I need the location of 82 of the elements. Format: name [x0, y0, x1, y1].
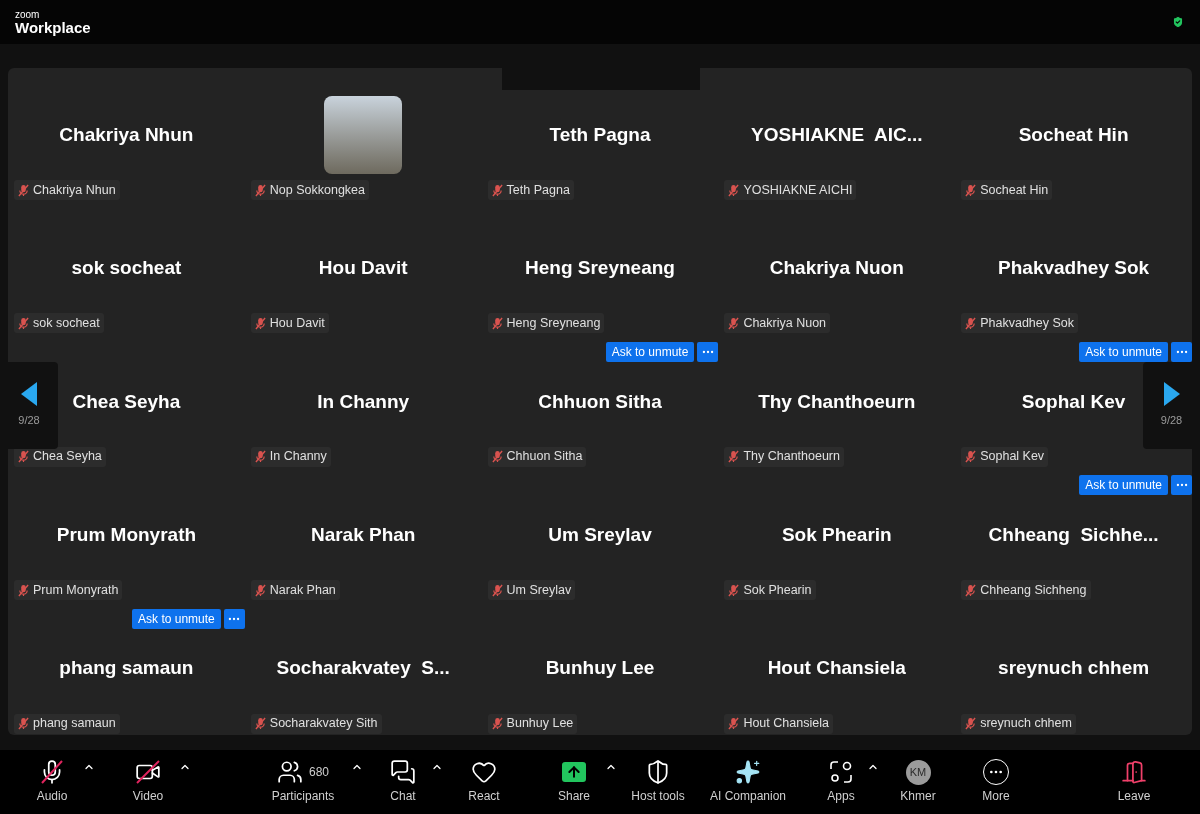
- name-tag: Heng Sreyneang: [487, 313, 605, 334]
- participant-name: Prum Monyrath: [56, 522, 197, 547]
- name-tag: Nop Sokkongkea: [250, 180, 369, 200]
- ask-to-unmute-button[interactable]: Ask to unmute: [132, 608, 221, 629]
- name-tag: Chhuon Sitha: [487, 446, 587, 467]
- more-options-button[interactable]: [697, 341, 719, 362]
- participants-icon: [276, 759, 303, 785]
- heart-icon: [471, 759, 497, 785]
- name-tag: Sok Phearin: [724, 580, 816, 601]
- name-tag: Socharakvatey Sith: [250, 713, 382, 734]
- name-tag: Hout Chansiela: [724, 713, 833, 734]
- brand-text: Workplace: [15, 19, 91, 35]
- participant-name: Chheang Sichhe...: [988, 522, 1159, 547]
- participant-name: Narak Phan: [310, 522, 416, 547]
- name-tag: Phakvadhey Sok: [961, 313, 1078, 334]
- name-tag: YOSHIAKNE AICHI: [724, 180, 857, 200]
- exit-door-icon: [1121, 759, 1147, 785]
- shield-icon: [645, 759, 671, 785]
- participant-name: phang samaun: [59, 656, 194, 681]
- toolbar-button[interactable]: More: [982, 759, 1010, 805]
- participant-name: Chhuon Sitha: [538, 389, 662, 414]
- name-tag: Sophal Kev: [961, 446, 1049, 467]
- participant-name: Phakvadhey Sok: [998, 256, 1150, 281]
- left-arrow-icon: [21, 382, 37, 407]
- toolbar-button[interactable]: 680 Participants: [271, 759, 335, 805]
- participant-name: Chakriya Nuon: [769, 256, 904, 281]
- participant-name: Bunhuy Lee: [545, 656, 655, 681]
- right-arrow-icon: [1163, 382, 1180, 407]
- toolbar-button[interactable]: Chat: [390, 759, 416, 805]
- share-icon: [562, 762, 586, 782]
- toolbar-button[interactable]: KM Khmer: [900, 759, 936, 805]
- participant-name: Um Sreylav: [548, 522, 652, 547]
- participant-name: sreynuch chhem: [998, 656, 1150, 681]
- ask-to-unmute-button[interactable]: Ask to unmute: [605, 341, 695, 362]
- participant-name: Teth Pagna: [549, 122, 651, 147]
- name-tag: Prum Monyrath: [14, 580, 123, 601]
- participant-name: Sok Phearin: [781, 522, 892, 547]
- name-tag: In Channy: [250, 446, 331, 467]
- name-tag: Um Sreylav: [487, 580, 576, 601]
- more-options-button[interactable]: [223, 608, 245, 629]
- name-tag: Teth Pagna: [487, 180, 574, 200]
- name-tag: Hou Davit: [250, 313, 329, 334]
- name-tag: Chakriya Nuon: [724, 313, 831, 334]
- ask-to-unmute-button[interactable]: Ask to unmute: [1079, 475, 1168, 496]
- toolbar-button[interactable]: Leave: [1117, 759, 1151, 805]
- toolbar-button[interactable]: React: [468, 759, 500, 805]
- name-tag: phang samaun: [14, 713, 120, 734]
- toolbar-button[interactable]: Apps: [827, 759, 855, 805]
- name-tag: sreynuch chhem: [961, 713, 1076, 734]
- participant-name: Thy Chanthoeurn: [758, 389, 916, 414]
- name-tag: Chakriya Nhun: [14, 180, 120, 200]
- shield-check-icon: [1171, 14, 1185, 30]
- participant-name: Sophal Kev: [1021, 389, 1126, 414]
- toolbar-button[interactable]: Audio: [36, 759, 68, 805]
- name-tag: Chea Seyha: [14, 446, 106, 467]
- chat-icon: [390, 759, 416, 785]
- sparkle-icon: [735, 759, 761, 785]
- participant-name: Chea Seyha: [72, 389, 181, 414]
- more-options-button[interactable]: [1171, 341, 1192, 362]
- participant-name: sok socheat: [71, 256, 182, 281]
- name-tag: Thy Chanthoeurn: [724, 446, 844, 467]
- name-tag: Chheang Sichheng: [961, 580, 1091, 601]
- participant-name: Hou Davit: [318, 256, 408, 281]
- participant-name: Hout Chansiela: [767, 656, 906, 681]
- toolbar-button[interactable]: Share: [558, 759, 590, 805]
- participant-name: Chakriya Nhun: [59, 122, 194, 147]
- ask-to-unmute-button[interactable]: Ask to unmute: [1079, 341, 1168, 362]
- participant-name: YOSHIAKNE AIC...: [751, 122, 923, 147]
- toolbar-button[interactable]: Host tools: [631, 759, 685, 805]
- name-tag: Bunhuy Lee: [487, 713, 578, 734]
- participant-name: Socharakvatey S...: [276, 656, 450, 681]
- participant-name: In Channy: [317, 389, 410, 414]
- name-tag: sok socheat: [14, 313, 104, 334]
- toolbar-button[interactable]: AI Companion: [709, 759, 786, 805]
- more-options-button[interactable]: [1171, 475, 1192, 496]
- apps-icon: [828, 759, 854, 785]
- participant-name: Heng Sreyneang: [525, 256, 675, 281]
- toolbar-button[interactable]: Video: [132, 759, 164, 805]
- name-tag: Socheat Hin: [961, 180, 1053, 200]
- participant-name: Socheat Hin: [1018, 122, 1129, 147]
- name-tag: Narak Phan: [250, 580, 340, 601]
- brand-small-text: zoom: [15, 9, 41, 20]
